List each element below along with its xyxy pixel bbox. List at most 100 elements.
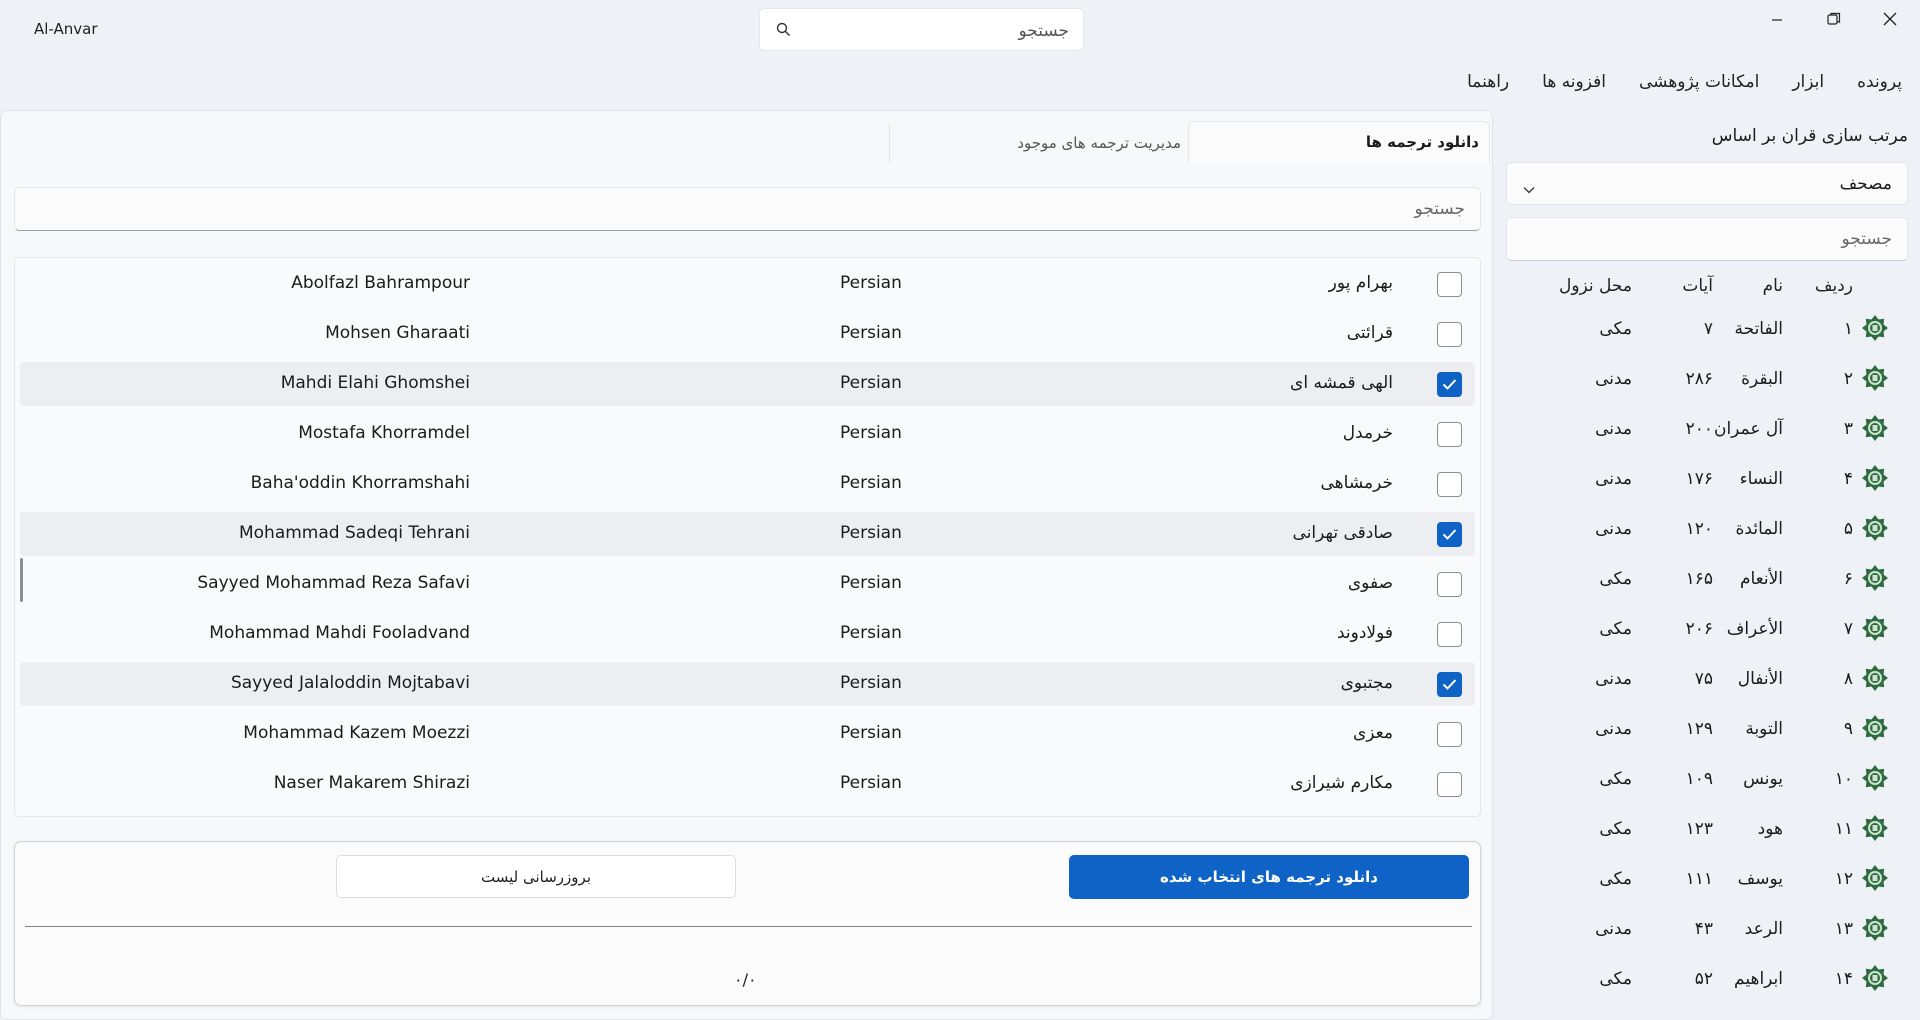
sura-name: هود — [1757, 819, 1783, 839]
sura-ayat: ۷۵ — [1694, 669, 1713, 689]
translation-search-input[interactable]: جستجو — [14, 187, 1481, 231]
sura-name: الأنعام — [1739, 569, 1783, 589]
sura-ayat: ۱۲۹ — [1685, 719, 1713, 739]
translation-language: Persian — [840, 773, 902, 793]
sura-row[interactable]: ۵ المائدة ۱۲۰ مدنی — [1506, 515, 1908, 569]
refresh-list-button[interactable]: بروزرسانی لیست — [336, 855, 736, 898]
translation-checkbox[interactable] — [1437, 472, 1462, 497]
sura-index: ۵ — [1843, 519, 1853, 539]
sura-row[interactable]: ۹ التوبة ۱۲۹ مدنی — [1506, 715, 1908, 769]
sura-row[interactable]: ۳ آل عمران ۲۰۰ مدنی — [1506, 415, 1908, 469]
translation-row[interactable]: فولادوند Persian Mohammad Mahdi Fooladvand — [20, 612, 1475, 656]
translation-native-name: الهی قمشه ای — [1290, 373, 1393, 393]
tab-download-translations[interactable]: دانلود ترجمه ها — [1188, 121, 1490, 163]
translation-checkbox[interactable] — [1437, 522, 1462, 547]
translation-search-placeholder: جستجو — [1414, 199, 1465, 219]
menu-help[interactable]: راهنما — [1467, 72, 1509, 92]
sura-emblem-icon — [1860, 813, 1890, 848]
translation-checkbox[interactable] — [1437, 672, 1462, 697]
sura-place: مکی — [1599, 319, 1632, 339]
sura-place: مدنی — [1595, 669, 1632, 689]
translation-row[interactable]: قرائتی Persian Mohsen Gharaati — [20, 312, 1475, 356]
translation-language: Persian — [840, 323, 902, 343]
translation-row[interactable]: خرمشاهی Persian Baha'oddin Khorramshahi — [20, 462, 1475, 506]
sura-name: یوسف — [1737, 869, 1783, 889]
sura-row[interactable]: ۴ النساء ۱۷۶ مدنی — [1506, 465, 1908, 519]
menu-plugins[interactable]: افزونه ها — [1542, 72, 1606, 92]
minimize-button[interactable] — [1754, 0, 1800, 40]
header-place: محل نزول — [1558, 276, 1632, 296]
translation-english-name: Naser Makarem Shirazi — [273, 773, 470, 793]
translation-native-name: صادقی تهرانی — [1292, 523, 1393, 543]
sura-row[interactable]: ۷ الأعراف ۲۰۶ مکی — [1506, 615, 1908, 669]
sort-dropdown[interactable]: مصحف — [1506, 162, 1908, 205]
translation-checkbox[interactable] — [1437, 772, 1462, 797]
sura-ayat: ۴۳ — [1694, 919, 1713, 939]
translation-row[interactable]: معزی Persian Mohammad Kazem Moezzi — [20, 712, 1475, 756]
menu-tools[interactable]: ابزار — [1792, 72, 1824, 92]
translation-language: Persian — [840, 523, 902, 543]
sura-ayat: ۲۸۶ — [1685, 369, 1713, 389]
sura-row[interactable]: ۱۰ یونس ۱۰۹ مکی — [1506, 765, 1908, 819]
translation-language: Persian — [840, 273, 902, 293]
restore-button[interactable] — [1810, 0, 1856, 40]
tab-manage-translations[interactable]: مدیریت ترجمه های موجود — [889, 123, 1189, 163]
sura-index: ۹ — [1843, 719, 1853, 739]
title-bar: Al-Anvar جستجو — [0, 0, 1920, 58]
translation-checkbox[interactable] — [1437, 572, 1462, 597]
header-index: ردیف — [1814, 276, 1853, 296]
download-selected-button[interactable]: دانلود ترجمه های انتخاب شده — [1069, 855, 1469, 899]
translation-checkbox[interactable] — [1437, 322, 1462, 347]
sura-row[interactable]: ۲ البقرة ۲۸۶ مدنی — [1506, 365, 1908, 419]
translation-row[interactable]: مکارم شیرازی Persian Naser Makarem Shirazi — [20, 762, 1475, 806]
sura-row[interactable]: ۶ الأنعام ۱۶۵ مکی — [1506, 565, 1908, 619]
sura-row[interactable]: ۱۳ الرعد ۴۳ مدنی — [1506, 915, 1908, 969]
close-button[interactable] — [1866, 0, 1912, 40]
sura-row[interactable]: ۱۴ ابراهیم ۵۲ مکی — [1506, 965, 1908, 1019]
sura-index: ۱ — [1843, 319, 1853, 339]
sura-emblem-icon — [1860, 713, 1890, 748]
translation-row[interactable]: مجتبوی Persian Sayyed Jalaloddin Mojtabavi — [20, 662, 1475, 706]
sura-row[interactable]: ۱۲ یوسف ۱۱۱ مکی — [1506, 865, 1908, 919]
translation-english-name: Mohsen Gharaati — [325, 323, 470, 343]
sura-ayat: ۷ — [1703, 319, 1713, 339]
top-search-box[interactable]: جستجو — [759, 8, 1084, 51]
sura-index: ۱۲ — [1834, 869, 1853, 889]
translation-row[interactable]: بهرام پور Persian Abolfazl Bahrampour — [20, 262, 1475, 306]
menu-research[interactable]: امکانات پژوهشی — [1639, 72, 1759, 92]
sura-index: ۴ — [1843, 469, 1853, 489]
sura-place: مدنی — [1595, 519, 1632, 539]
sura-row[interactable]: ۱ الفاتحة ۷ مکی — [1506, 315, 1908, 369]
translation-list[interactable]: بهرام پور Persian Abolfazl Bahrampour قرائت… — [14, 257, 1481, 817]
translation-native-name: فولادوند — [1336, 623, 1393, 643]
sura-row[interactable]: ۸ الأنفال ۷۵ مدنی — [1506, 665, 1908, 719]
sura-name: الرعد — [1744, 919, 1783, 939]
sura-emblem-icon — [1860, 613, 1890, 648]
scroll-indicator[interactable] — [20, 558, 23, 602]
translation-native-name: معزی — [1353, 723, 1393, 743]
translation-row[interactable]: صفوی Persian Sayyed Mohammad Reza Safavi — [20, 562, 1475, 606]
sura-search-input[interactable]: جستجو — [1506, 217, 1908, 261]
translation-language: Persian — [840, 573, 902, 593]
translation-row[interactable]: صادقی تهرانی Persian Mohammad Sadeqi Tehra… — [20, 512, 1475, 556]
sura-index: ۳ — [1843, 419, 1853, 439]
sura-row[interactable]: ۱۱ هود ۱۲۳ مکی — [1506, 815, 1908, 869]
top-search-placeholder: جستجو — [1018, 21, 1069, 41]
sura-place: مدنی — [1595, 719, 1632, 739]
translation-native-name: صفوی — [1347, 573, 1393, 593]
translation-checkbox[interactable] — [1437, 722, 1462, 747]
translation-checkbox[interactable] — [1437, 372, 1462, 397]
translation-checkbox[interactable] — [1437, 272, 1462, 297]
sura-index: ۲ — [1843, 369, 1853, 389]
tab-download-label: دانلود ترجمه ها — [1365, 133, 1479, 151]
sura-ayat: ۲۰۰ — [1685, 419, 1713, 439]
translation-checkbox[interactable] — [1437, 422, 1462, 447]
chevron-down-icon — [1523, 179, 1535, 198]
sura-search-placeholder: جستجو — [1841, 229, 1892, 249]
translation-row[interactable]: الهی قمشه ای Persian Mahdi Elahi Ghomshei — [20, 362, 1475, 406]
sura-index: ۱۴ — [1834, 969, 1853, 989]
sura-ayat: ۱۲۰ — [1685, 519, 1713, 539]
translation-row[interactable]: خرمدل Persian Mostafa Khorramdel — [20, 412, 1475, 456]
menu-file[interactable]: پرونده — [1857, 72, 1902, 92]
translation-checkbox[interactable] — [1437, 622, 1462, 647]
